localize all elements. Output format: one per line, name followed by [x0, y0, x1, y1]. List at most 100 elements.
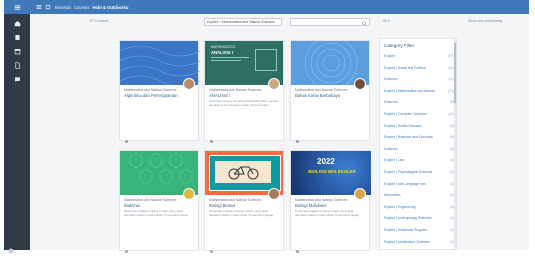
category-filter-label: Explore | Architecture Sciences [384, 239, 430, 244]
category-filter-label: Explore | Arts Language and [384, 181, 426, 186]
category-filter-item[interactable]: Explore | Computer Sciences (12) [384, 110, 454, 118]
breadcrumb-current: Hobi & Outdoorku [92, 4, 129, 10]
left-sidebar [4, 0, 30, 254]
breadcrumb-home[interactable]: Beranda [55, 5, 71, 10]
category-filter-count: (2) [449, 193, 454, 198]
sidebar-item-files[interactable] [4, 58, 30, 72]
category-filter-item[interactable]: Sciences (11) [384, 75, 454, 83]
view-selector[interactable]: All ▾ [383, 19, 389, 23]
dashboard-icon [14, 20, 20, 26]
category-filter-count: (26) [448, 65, 454, 70]
course-tag-icon [209, 241, 214, 253]
category-filter-count: (9) [449, 123, 454, 128]
course-count: 97 Courses [90, 19, 109, 23]
sidebar-item-messages[interactable] [4, 72, 30, 86]
sidebar-item-courses[interactable] [4, 30, 30, 44]
course-tag-icon [124, 131, 129, 143]
search-icon [362, 20, 367, 26]
category-filter-item[interactable]: Explore | Arts Language and (3) [384, 180, 454, 188]
category-filter-count: (2) [449, 228, 454, 232]
category-filter-label: Humanities [384, 193, 401, 198]
course-title[interactable]: Biologi Biosus [209, 203, 283, 208]
course-description: Deskripsi singkat tentang materi yang ak… [209, 209, 274, 217]
course-card[interactable]: Mathematics and Natural Sciences Biokimi… [119, 150, 199, 253]
category-select[interactable]: Explore > Mathematics and Natural Scienc… [204, 18, 282, 26]
category-filter-count: (12) [448, 112, 454, 116]
course-card[interactable]: Mathematics and Natural Sciences Bahan K… [290, 36, 370, 143]
scrollbar-thumb[interactable] [454, 43, 456, 103]
chevron-left-icon [8, 248, 14, 254]
category-filter-item[interactable]: Explore | Business and Economic (6) [384, 133, 454, 141]
category-filter-item[interactable]: Explore | Social and Political (26) [384, 64, 454, 72]
book-icon [14, 34, 20, 40]
expand-icon [45, 4, 50, 10]
course-category: Mathematics and Natural Sciences [209, 198, 262, 202]
course-card[interactable]: MATHEMATICS ANALISIS I Mathematics and N… [204, 40, 284, 143]
category-filter-item[interactable]: Explore | Law (4) [384, 156, 454, 164]
course-title[interactable]: Algoritma dan Pemrograman [124, 93, 198, 98]
category-filter-label: Explore | Law [384, 158, 404, 163]
course-tag-icon [295, 131, 300, 143]
course-card[interactable]: Mathematics and Natural Sciences Algorit… [119, 40, 201, 143]
category-filter-label: Explore | Business and Economic [384, 135, 434, 140]
menu-icon [36, 5, 41, 9]
thumb-text-1: MATHEMATICS [211, 45, 236, 49]
course-card[interactable]: 2022 BIOLOGI MOLEKULER Mathematics and N… [290, 150, 371, 253]
category-filter-item[interactable]: Sciences (5) [384, 145, 454, 153]
category-filter-panel: Category Filter Explore (97) Explore | Soc… [379, 38, 457, 250]
category-filter-title: Category Filter [384, 43, 415, 48]
category-filter-item[interactable]: Sciences (8) [384, 98, 454, 106]
thumb-subject: BIOLOGI MOLEKULER [308, 169, 356, 174]
category-filter-count: (6) [449, 204, 454, 209]
category-filter-item[interactable]: Humanities (2) [384, 191, 454, 199]
hamburger-button[interactable] [34, 4, 43, 10]
course-description: Deskripsi singkat tentang materi yang ak… [295, 209, 360, 217]
category-filter-label: Explore | Computer Sciences [384, 112, 427, 116]
course-title[interactable]: Biologi Molekuler [295, 203, 369, 208]
menu-toggle-button[interactable] [4, 0, 30, 14]
course-category: Mathematics and Natural Sciences [124, 198, 177, 202]
sidebar-item-dashboard[interactable] [4, 16, 30, 30]
enrollment-toggle[interactable]: Show only enrollments [468, 19, 502, 23]
breadcrumb-courses[interactable]: Courses [74, 5, 90, 10]
category-filter-label: Explore | Vocational Program [384, 228, 427, 232]
category-filter-item[interactable]: Explore | Engineering (6) [384, 203, 454, 211]
course-card[interactable]: Mathematics and Natural Sciences Biologi… [204, 150, 284, 253]
course-category: Mathematics and Natural Sciences [124, 88, 177, 92]
category-filter-count: (4) [449, 158, 454, 163]
thumb-rule [211, 57, 249, 58]
category-filter-item[interactable]: Explore | Psychological Sciences (3) [384, 168, 454, 176]
calendar-icon [14, 48, 20, 54]
category-filter-label: Sciences [384, 100, 398, 105]
course-category: Mathematics and Natural Sciences [295, 88, 348, 92]
expand-button[interactable] [43, 4, 52, 10]
category-filter-item[interactable]: Explore (97) [384, 52, 454, 60]
scrollbar[interactable] [454, 39, 456, 249]
category-filter-label: Explore | Social and Political [384, 65, 426, 70]
course-description: Deskripsi singkat tentang materi yang ak… [124, 209, 189, 217]
course-title[interactable]: Biokimia [124, 203, 198, 208]
file-icon [14, 61, 20, 69]
top-bar: Beranda Courses Hobi & Outdoorku [30, 0, 529, 14]
app-window: Beranda Courses Hobi & Outdoorku 97 Cour… [0, 0, 535, 254]
category-filter-item[interactable]: Explore | Anthropology Sciences (2) [384, 214, 454, 222]
course-title[interactable]: ANALISIS I [209, 93, 283, 98]
bicycle-graphic [228, 166, 259, 180]
category-filter-label: Explore | Engineering [384, 204, 416, 209]
category-filter-label: Explore | Mathematics and Natural [384, 88, 435, 93]
course-tag-icon [124, 241, 129, 253]
category-filter-count: (11) [448, 77, 454, 82]
thumb-year: 2022 [317, 157, 335, 166]
sidebar-collapse-button[interactable] [8, 241, 14, 254]
sidebar-item-calendar[interactable] [4, 44, 30, 58]
course-title[interactable]: Bahan Kimia Berbahaya [295, 93, 369, 98]
thumb-box [255, 49, 277, 71]
course-category: Mathematics and Natural Sciences [295, 198, 348, 202]
category-filter-item[interactable]: Explore | Vocational Program (2) [384, 226, 454, 234]
category-filter-item[interactable]: Explore | Health Sciences (9) [384, 122, 454, 130]
category-filter-item[interactable]: Explore | Mathematics and Natural (14) [384, 87, 454, 95]
category-filter-count: (8) [449, 100, 454, 105]
search-input[interactable] [290, 18, 370, 26]
chat-icon [14, 76, 20, 82]
category-filter-item[interactable]: Explore | Architecture Sciences (1) [384, 238, 454, 246]
